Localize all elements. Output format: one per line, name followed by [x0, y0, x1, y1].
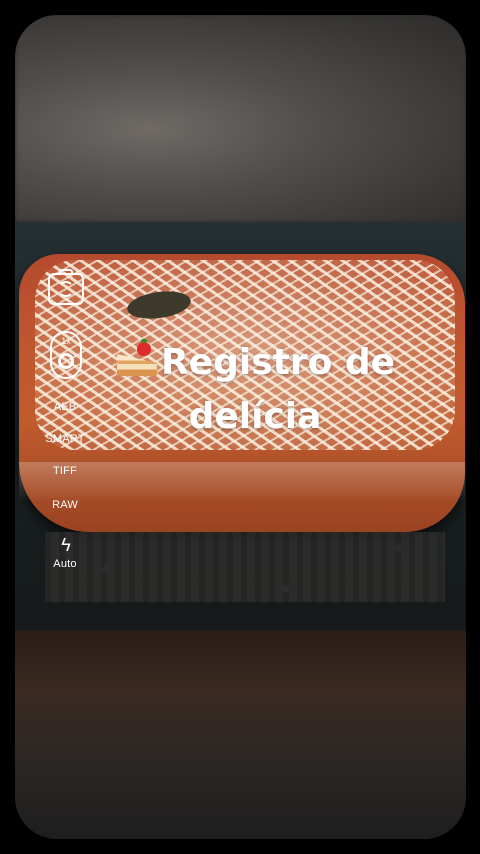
- zoom-label: 1x: [61, 336, 71, 346]
- lens-ring-icon: [58, 353, 74, 369]
- tiff-option[interactable]: TIFF: [30, 465, 100, 477]
- tray-base: [45, 532, 445, 602]
- raw-option[interactable]: RAW: [30, 499, 100, 511]
- flash-icon[interactable]: ϟ: [59, 536, 73, 554]
- cake-slice-icon: [115, 339, 159, 380]
- story-caption: Registro de delícia: [90, 336, 420, 444]
- switch-camera-icon: [58, 281, 74, 297]
- zoom-toggle-button[interactable]: 1x: [50, 331, 82, 379]
- switch-camera-button[interactable]: [48, 269, 84, 305]
- caption-line-1: Registro de: [160, 342, 396, 383]
- blurred-background-bottom: [15, 630, 466, 839]
- caption-line-2: delícia: [188, 396, 322, 437]
- blurred-background-top: [15, 15, 466, 222]
- flash-mode-label[interactable]: Auto: [30, 558, 100, 570]
